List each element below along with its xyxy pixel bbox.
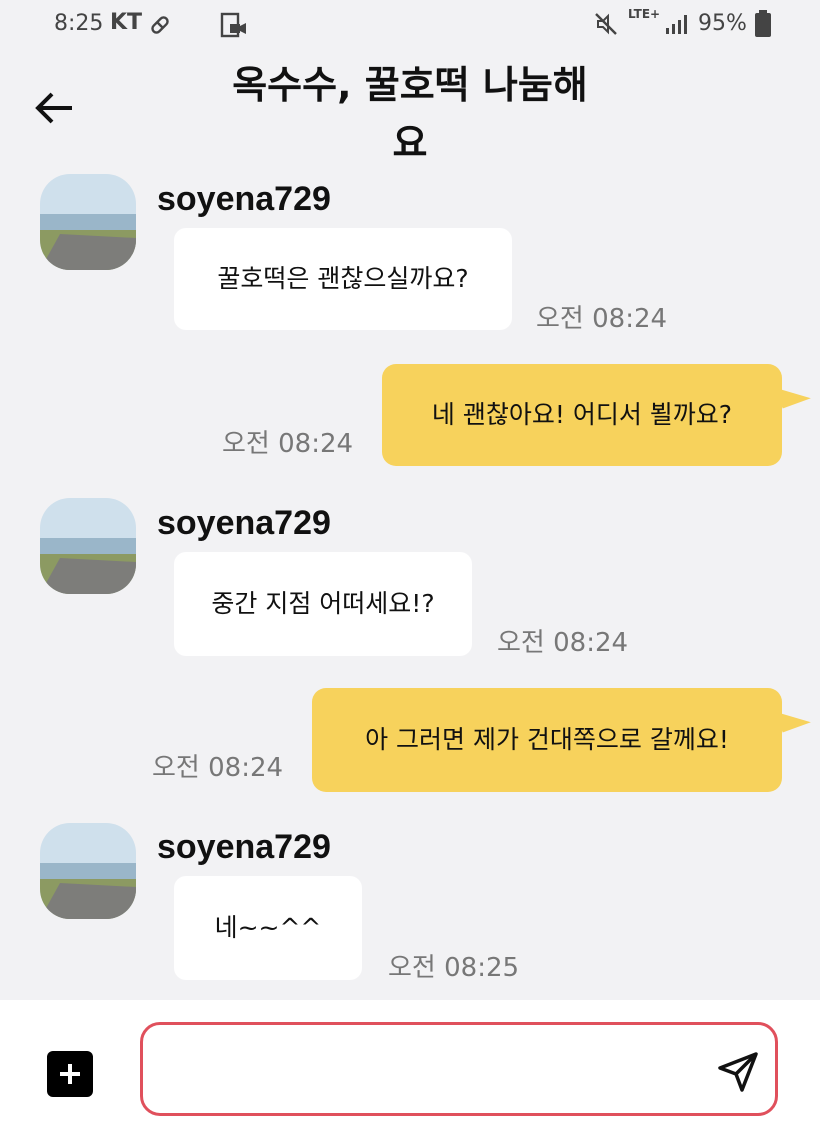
status-bar: 8:25 KT LTE+ 95%: [0, 0, 820, 50]
avatar[interactable]: [40, 174, 136, 270]
mute-icon: [594, 12, 618, 40]
page-title: 옥수수, 꿀호떡 나눔해요: [232, 63, 588, 165]
message-sender: soyena729: [157, 180, 331, 218]
message-bubble-outgoing[interactable]: 아 그러면 제가 건대쪽으로 갈께요!: [312, 688, 782, 792]
message-time: 오전 08:24: [536, 304, 668, 334]
pill-icon: [148, 13, 172, 41]
message-time: 오전 08:25: [388, 953, 520, 983]
screen-record-icon: [220, 12, 248, 42]
plus-icon[interactable]: [47, 1051, 93, 1097]
message-time: 오전 08:24: [497, 628, 629, 658]
back-button[interactable]: [32, 88, 80, 128]
battery-icon: [754, 10, 772, 42]
message-text-field[interactable]: [163, 1049, 707, 1091]
message-bubble-incoming[interactable]: 꿀호떡은 괜찮으실까요?: [174, 228, 512, 330]
avatar[interactable]: [40, 498, 136, 594]
status-carrier: KT: [110, 10, 143, 35]
send-icon: [718, 1052, 758, 1092]
status-time: 8:25: [54, 11, 104, 36]
message-bubble-incoming[interactable]: 중간 지점 어떠세요!?: [174, 552, 472, 656]
message-time: 오전 08:24: [152, 753, 284, 783]
send-button[interactable]: [714, 1048, 762, 1096]
message-input[interactable]: [140, 1022, 778, 1116]
message-bubble-outgoing[interactable]: 네 괜찮아요! 어디서 뵐까요?: [382, 364, 782, 466]
message-sender: soyena729: [157, 504, 331, 542]
arrow-left-icon: [35, 92, 72, 124]
status-battery-percent: 95%: [698, 11, 747, 36]
message-bubble-incoming[interactable]: 네~~^^: [174, 876, 362, 980]
message-time: 오전 08:24: [222, 429, 354, 459]
avatar[interactable]: [40, 823, 136, 919]
message-sender: soyena729: [157, 828, 331, 866]
signal-icon: [664, 12, 692, 40]
status-network: LTE+: [628, 7, 661, 21]
